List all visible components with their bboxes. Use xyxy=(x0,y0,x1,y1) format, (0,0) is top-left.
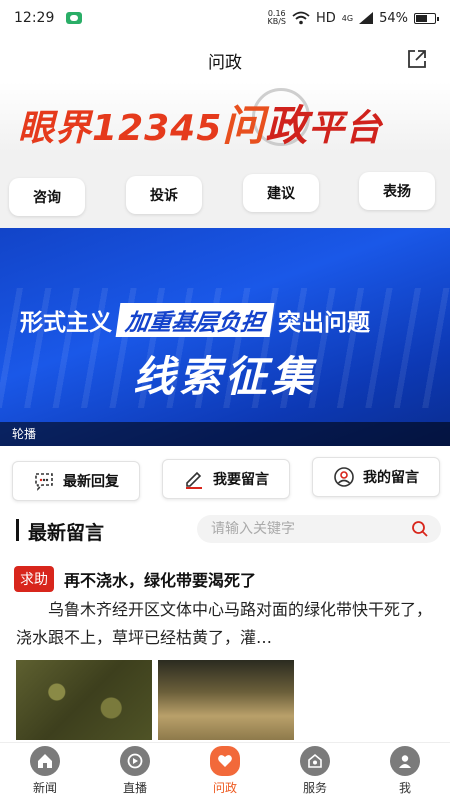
page-title: 问政 xyxy=(208,52,242,73)
action-row: 最新回复 我要留言 我的留言 xyxy=(0,456,450,502)
battery-icon xyxy=(414,12,439,24)
carousel-caption: 轮播 xyxy=(0,422,450,446)
message-header: 求助 再不浇水，绿化带要渴死了 xyxy=(14,566,256,592)
share-icon[interactable] xyxy=(406,48,428,70)
signal-type: 4G xyxy=(341,13,354,23)
message-photo-1[interactable] xyxy=(16,660,152,740)
user-circle-icon xyxy=(334,467,354,487)
chat-bubble-icon xyxy=(35,473,53,491)
category-complaint-button[interactable]: 投诉 xyxy=(126,176,202,214)
net-speed: 0.16 KB/S xyxy=(267,9,286,26)
status-indicators: 0.16 KB/S HD 4G 54% xyxy=(267,9,439,26)
message-tag: 求助 xyxy=(14,566,54,592)
section-accent-bar xyxy=(16,519,19,541)
tab-politics[interactable]: 问政 xyxy=(180,743,270,800)
user-icon xyxy=(390,746,420,776)
service-icon xyxy=(300,746,330,776)
status-bar: 12:29 0.16 KB/S HD 4G 54% xyxy=(0,0,450,36)
leave-message-button[interactable]: 我要留言 xyxy=(162,459,290,499)
carousel-subtitle: 线索征集 xyxy=(132,352,317,401)
search-box xyxy=(197,515,441,543)
platform-logo-text: 眼界12345问政平台 xyxy=(18,101,383,150)
category-suggestion-button[interactable]: 建议 xyxy=(243,174,319,212)
home-icon xyxy=(30,746,60,776)
network-type: HD xyxy=(316,10,336,26)
bottom-tab-bar: 新闻 直播 问政 服务 我 xyxy=(0,742,450,800)
latest-reply-button[interactable]: 最新回复 xyxy=(12,461,140,501)
live-icon xyxy=(120,746,150,776)
tab-live[interactable]: 直播 xyxy=(90,743,180,800)
search-icon[interactable] xyxy=(411,520,429,538)
platform-banner: 眼界12345问政平台 xyxy=(0,82,450,152)
my-messages-button[interactable]: 我的留言 xyxy=(312,457,440,497)
signal-icon xyxy=(359,12,374,24)
message-title[interactable]: 再不浇水，绿化带要渴死了 xyxy=(64,567,256,591)
search-input[interactable] xyxy=(211,521,391,537)
tab-service[interactable]: 服务 xyxy=(270,743,360,800)
carousel-banner[interactable]: 形式主义 加重基层负担 突出问题 线索征集 轮播 xyxy=(0,228,450,446)
wechat-notification-icon xyxy=(66,12,83,24)
message-body: 乌鲁木齐经开区文体中心马路对面的绿化带快干死了，浇水跟不上，草坪已经枯黄了，灌… xyxy=(16,600,433,647)
tab-me[interactable]: 我 xyxy=(360,743,450,800)
title-bar: 问政 xyxy=(0,40,450,80)
category-row: 咨询 投诉 建议 表扬 xyxy=(0,150,450,230)
heart-icon xyxy=(210,746,240,776)
wifi-icon xyxy=(292,11,310,25)
tab-news[interactable]: 新闻 xyxy=(0,743,90,800)
message-photo-2[interactable] xyxy=(158,660,294,740)
battery-percent: 54% xyxy=(379,10,408,26)
latest-messages-header: 最新留言 xyxy=(0,512,450,548)
category-consult-button[interactable]: 咨询 xyxy=(9,178,85,216)
category-praise-button[interactable]: 表扬 xyxy=(359,172,435,210)
section-title: 最新留言 xyxy=(28,522,105,544)
status-time: 12:29 xyxy=(14,10,55,26)
pencil-icon xyxy=(186,471,202,489)
carousel-headline: 形式主义 加重基层负担 突出问题 xyxy=(20,303,440,337)
